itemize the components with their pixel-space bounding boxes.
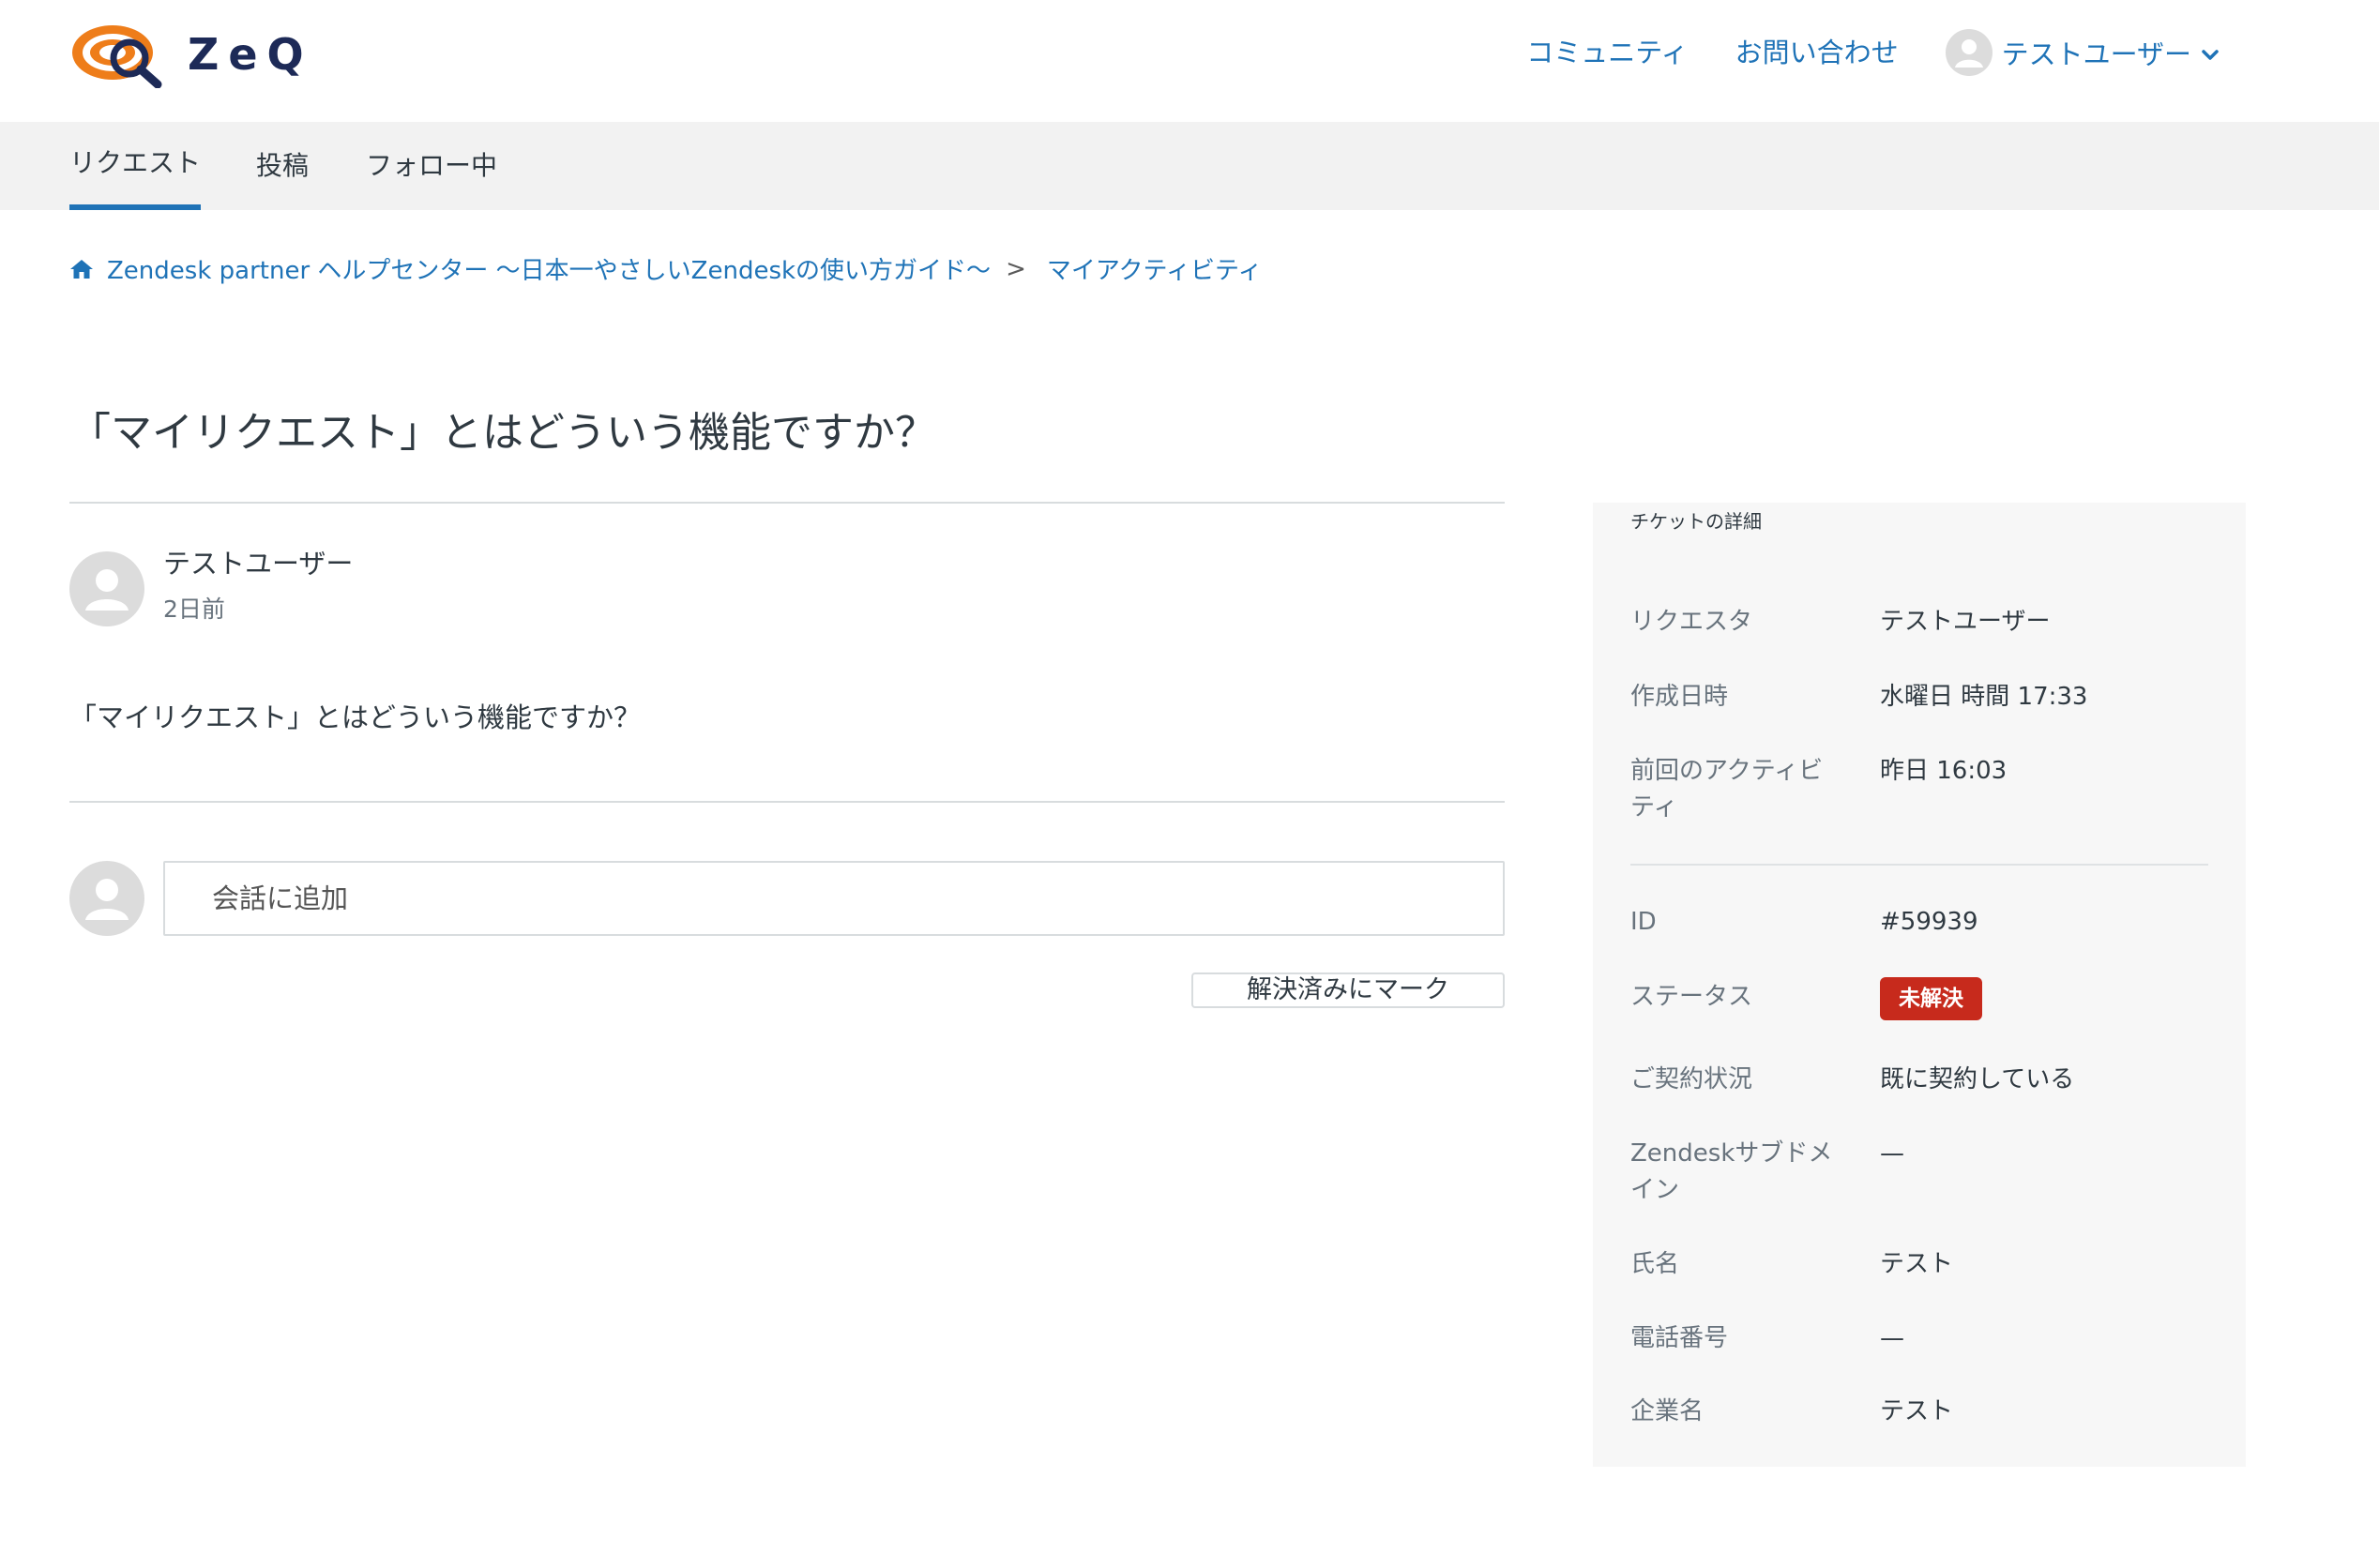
id-value: #59939	[1880, 908, 1978, 936]
home-icon	[69, 258, 94, 280]
tab-requests[interactable]: リクエスト	[69, 122, 202, 210]
subdomain-value: —	[1880, 1139, 1904, 1168]
user-avatar-icon	[1945, 29, 1993, 76]
company-label: 企業名	[1630, 1397, 1705, 1425]
id-label: ID	[1630, 908, 1657, 936]
name-value: テスト	[1880, 1250, 1954, 1278]
sub-navigation: リクエスト 投稿 フォロー中	[0, 122, 2379, 210]
tab-following[interactable]: フォロー中	[366, 122, 497, 210]
requester-value: テストユーザー	[1880, 608, 2051, 636]
title-divider	[69, 502, 1505, 504]
company-value: テスト	[1880, 1397, 1954, 1425]
tab-posts[interactable]: 投稿	[256, 122, 309, 210]
request-title: 「マイリクエスト」とはどういう機能ですか？	[69, 409, 936, 457]
requester-label: リクエスタ	[1630, 608, 1753, 636]
breadcrumb-separator: >	[1006, 254, 1026, 283]
mark-as-solved-button[interactable]: 解決済みにマーク	[1191, 972, 1505, 1008]
phone-value: —	[1880, 1324, 1904, 1352]
request-body: 「マイリクエスト」とはどういう機能ですか？	[69, 701, 642, 733]
chevron-down-icon	[2202, 50, 2219, 60]
site-header: ZeQ コミュニティ お問い合わせ テストユーザー	[0, 0, 2379, 122]
contract-label: ご契約状況	[1630, 1065, 1753, 1093]
last-activity-value: 昨日 16:03	[1880, 757, 2008, 785]
site-logo[interactable]: ZeQ	[69, 21, 313, 88]
author-name: テストユーザー	[163, 548, 354, 580]
author-avatar-icon	[69, 551, 144, 626]
top-nav: コミュニティ お問い合わせ テストユーザー	[1479, 28, 2220, 77]
breadcrumb-my-activity[interactable]: マイアクティビティ	[1047, 251, 1263, 286]
breadcrumb: Zendesk partner ヘルプセンター 〜日本一やさしいZendeskの…	[69, 251, 1262, 286]
contact-link[interactable]: お問い合わせ	[1735, 28, 1899, 77]
created-value: 水曜日 時間 17:33	[1880, 683, 2088, 711]
status-label: ステータス	[1630, 983, 1753, 1011]
last-activity-label: 前回のアクティビティ	[1630, 757, 1824, 822]
user-menu[interactable]: テストユーザー	[1945, 29, 2220, 76]
add-to-conversation-input[interactable]	[163, 861, 1505, 936]
body-divider	[69, 801, 1505, 803]
name-label: 氏名	[1630, 1250, 1680, 1278]
reply-avatar-icon	[69, 861, 144, 936]
created-label: 作成日時	[1630, 683, 1729, 711]
zeq-logo-icon	[72, 25, 162, 88]
ticket-details-panel: チケットの詳細 リクエスタ テストユーザー 作成日時 水曜日 時間 17:33 …	[1593, 503, 2246, 1467]
ticket-details-title: チケットの詳細	[1630, 510, 1762, 533]
subdomain-label: Zendeskサブドメイン	[1630, 1139, 1833, 1204]
phone-label: 電話番号	[1630, 1324, 1729, 1352]
breadcrumb-help-center[interactable]: Zendesk partner ヘルプセンター 〜日本一やさしいZendeskの…	[107, 251, 991, 286]
community-link[interactable]: コミュニティ	[1526, 28, 1688, 77]
logo-text: ZeQ	[188, 29, 313, 80]
status-badge: 未解決	[1880, 977, 1982, 1020]
details-divider	[1630, 864, 2208, 866]
user-menu-name: テストユーザー	[2001, 38, 2191, 70]
post-time: 2日前	[163, 596, 225, 623]
contract-value: 既に契約している	[1880, 1065, 2075, 1093]
